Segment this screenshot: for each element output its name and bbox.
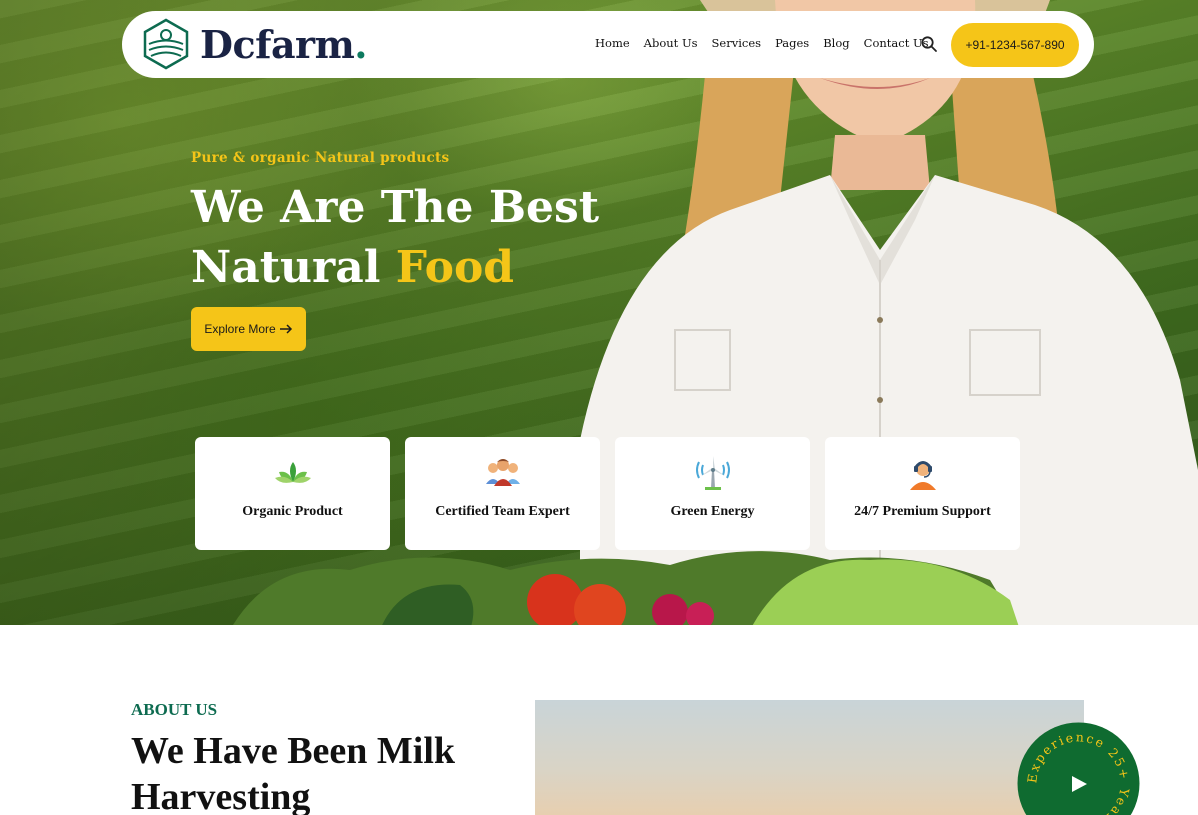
feature-title: 24/7 Premium Support <box>854 504 991 519</box>
wind-turbine-icon <box>695 456 730 490</box>
feature-card-team[interactable]: Certified Team Expert <box>405 437 600 550</box>
headline-line-2: Natural <box>191 242 381 293</box>
headline-accent-word: Food <box>395 242 515 293</box>
explore-more-label: Explore More <box>204 322 276 336</box>
feature-title: Organic Product <box>242 504 343 519</box>
phone-button[interactable]: +91-1234-567-890 <box>951 23 1079 67</box>
about-section-title: We Have Been Milk Harvesting <box>131 730 456 815</box>
arrow-right-icon <box>279 324 292 334</box>
nav-pages[interactable]: Pages <box>775 36 809 50</box>
leaf-icon <box>274 462 311 483</box>
experience-badge[interactable]: Experience 25+ Years Of <box>1017 722 1140 815</box>
nav-services[interactable]: Services <box>712 36 762 50</box>
feature-card-support[interactable]: 24/7 Premium Support <box>825 437 1020 550</box>
logo[interactable]: Dcfarm. <box>142 18 368 70</box>
main-menu: Home About Us Services Pages Blog Contac… <box>595 36 943 50</box>
feature-card-energy[interactable]: Green Energy <box>615 437 810 550</box>
support-agent-icon <box>909 461 936 490</box>
search-icon[interactable] <box>920 35 938 53</box>
feature-title: Green Energy <box>670 504 755 519</box>
team-icon <box>485 459 520 486</box>
navbar: Dcfarm. Home About Us Services Pages Blo… <box>122 11 1094 78</box>
nav-blog[interactable]: Blog <box>823 36 849 50</box>
headline-line-1: We Are The Best <box>191 182 600 233</box>
feature-title: Certified Team Expert <box>435 504 570 519</box>
farm-hexagon-logo-icon <box>143 18 189 70</box>
nav-contact-us[interactable]: Contact Us <box>864 36 929 50</box>
about-section-label: ABOUT US <box>131 700 218 719</box>
nav-about-us[interactable]: About Us <box>644 36 698 50</box>
explore-more-button[interactable]: Explore More <box>191 307 306 351</box>
vegetable-basket-image <box>230 540 1020 625</box>
about-image <box>535 700 1084 815</box>
brand-name: Dcfarm. <box>200 21 368 67</box>
feature-card-organic[interactable]: Organic Product <box>195 437 390 550</box>
hero-tagline: Pure & organic Natural products <box>191 150 450 166</box>
hero-headline: We Are The Best Natural Food <box>191 178 599 298</box>
nav-home[interactable]: Home <box>595 36 630 50</box>
